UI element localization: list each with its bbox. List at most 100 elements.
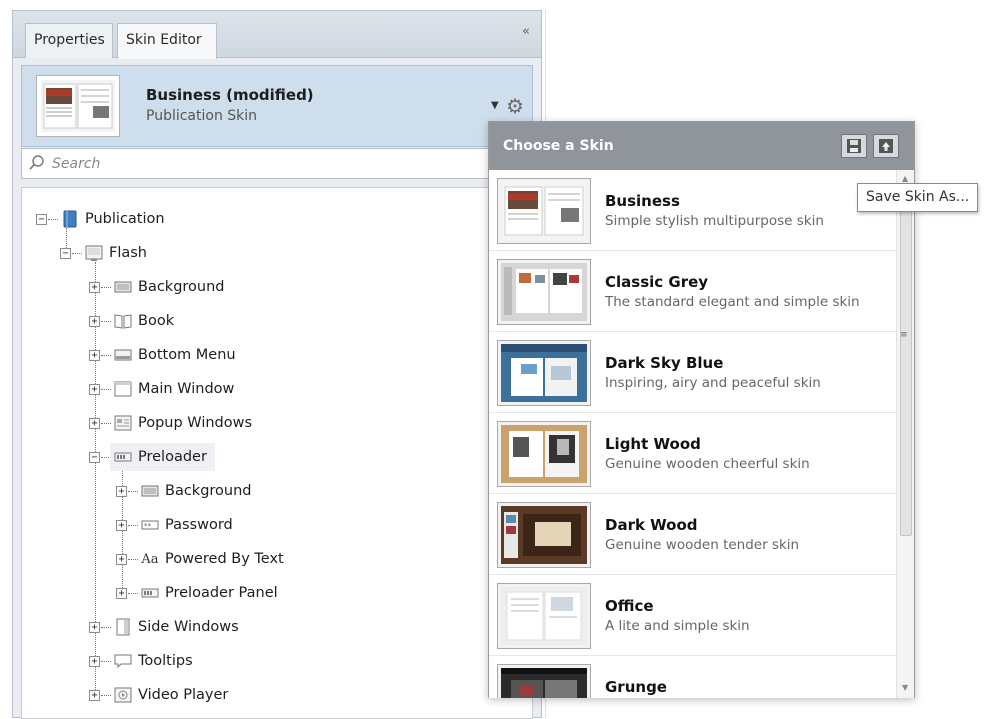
save-skin-as-button[interactable] bbox=[841, 134, 867, 158]
tree-node-label: Side Windows bbox=[138, 619, 239, 635]
skin-item-business[interactable]: Business Simple stylish multipurpose ski… bbox=[489, 170, 896, 251]
expand-toggle[interactable]: + bbox=[89, 689, 100, 701]
tree-node-powered-by-text[interactable]: + Aa Powered By Text bbox=[116, 547, 284, 571]
tree-node-label: Publication bbox=[85, 211, 165, 227]
tree-node-label: Flash bbox=[109, 245, 147, 261]
left-panel: Properties Skin Editor « Business (modif… bbox=[12, 10, 542, 719]
popup-windows-icon bbox=[114, 415, 132, 431]
tree-node-book[interactable]: + Book bbox=[89, 309, 174, 333]
collapse-panel-icon[interactable]: « bbox=[522, 24, 530, 39]
import-skin-button[interactable] bbox=[873, 134, 899, 158]
tree-node-publication[interactable]: − Publication bbox=[36, 207, 165, 231]
skin-thumbnail bbox=[497, 583, 591, 649]
tree-node-label: Popup Windows bbox=[138, 415, 253, 431]
popup-header: Choose a Skin bbox=[489, 122, 914, 170]
current-skin-name: Business (modified) bbox=[146, 86, 314, 104]
scroll-down-icon[interactable]: ▼ bbox=[902, 683, 908, 692]
expand-toggle[interactable]: + bbox=[89, 349, 100, 361]
skin-item-office[interactable]: Office A lite and simple skin bbox=[489, 575, 896, 656]
search-box bbox=[21, 148, 533, 179]
background-icon bbox=[114, 279, 132, 295]
expand-toggle[interactable]: + bbox=[89, 281, 100, 293]
tree-node-popup-windows[interactable]: + Popup Windows bbox=[89, 411, 252, 435]
tree-node-video-player[interactable]: + Video Player bbox=[89, 683, 228, 707]
skin-thumbnail bbox=[497, 178, 591, 244]
skin-item-light-wood[interactable]: Light Wood Genuine wooden cheerful skin bbox=[489, 413, 896, 494]
skin-description: The standard elegant and simple skin bbox=[605, 294, 860, 310]
expand-toggle[interactable]: + bbox=[116, 553, 127, 565]
dropdown-arrow-icon: ▼ bbox=[491, 100, 499, 111]
skin-name: Grunge bbox=[605, 678, 667, 696]
text-icon: Aa bbox=[141, 551, 159, 567]
collapse-toggle[interactable]: − bbox=[89, 451, 100, 463]
skin-item-grunge[interactable]: Grunge bbox=[489, 656, 896, 698]
tree-node-preloader-background[interactable]: + Background bbox=[116, 479, 252, 503]
skin-item-dark-wood[interactable]: Dark Wood Genuine wooden tender skin bbox=[489, 494, 896, 575]
flash-icon bbox=[85, 245, 103, 261]
current-skin-header: Business (modified) Publication Skin ▼ ⚙ bbox=[21, 65, 533, 147]
skin-description: Genuine wooden tender skin bbox=[605, 537, 800, 553]
save-skin-as-tooltip: Save Skin As... bbox=[857, 183, 979, 212]
gear-icon: ⚙ bbox=[506, 94, 524, 118]
tree-node-flash[interactable]: − Flash bbox=[60, 241, 147, 265]
book-icon bbox=[114, 313, 132, 329]
scroll-grip-icon: ≡ bbox=[900, 330, 908, 340]
expand-toggle[interactable]: + bbox=[116, 587, 127, 599]
tree-node-background[interactable]: + Background bbox=[89, 275, 225, 299]
tree-node-label: Bottom Menu bbox=[138, 347, 236, 363]
tree-node-tooltips[interactable]: + Tooltips bbox=[89, 649, 193, 673]
tree-node-main-window[interactable]: + Main Window bbox=[89, 377, 234, 401]
side-windows-icon bbox=[114, 618, 132, 636]
skin-description: A lite and simple skin bbox=[605, 618, 750, 634]
search-input[interactable] bbox=[50, 153, 510, 175]
skin-description: Inspiring, airy and peaceful skin bbox=[605, 375, 821, 391]
tree-node-password[interactable]: + ** Password bbox=[116, 513, 233, 537]
tab-properties[interactable]: Properties bbox=[25, 23, 113, 58]
choose-skin-popup: Choose a Skin Business Simple stylish mu… bbox=[488, 121, 915, 698]
preloader-icon bbox=[114, 449, 132, 465]
skin-name: Office bbox=[605, 597, 654, 615]
collapse-toggle[interactable]: − bbox=[36, 213, 47, 225]
expand-toggle[interactable]: + bbox=[89, 417, 100, 429]
tree-node-label: Book bbox=[138, 313, 175, 329]
current-skin-type: Publication Skin bbox=[146, 108, 258, 124]
skin-name: Dark Wood bbox=[605, 516, 698, 534]
skin-tree: − Publication − Flash + Background + Boo… bbox=[21, 187, 533, 719]
skin-item-dark-sky-blue[interactable]: Dark Sky Blue Inspiring, airy and peacef… bbox=[489, 332, 896, 413]
skin-name: Dark Sky Blue bbox=[605, 354, 724, 372]
skin-name: Light Wood bbox=[605, 435, 701, 453]
tree-node-label: Password bbox=[165, 517, 233, 533]
collapse-toggle[interactable]: − bbox=[60, 247, 71, 259]
tree-node-label: Preloader bbox=[138, 449, 207, 465]
tree-node-label: Video Player bbox=[138, 687, 229, 703]
video-player-icon bbox=[114, 687, 132, 703]
scroll-up-icon[interactable]: ▲ bbox=[902, 174, 908, 183]
tooltip-icon bbox=[114, 653, 132, 669]
tree-node-side-windows[interactable]: + Side Windows bbox=[89, 615, 239, 639]
expand-toggle[interactable]: + bbox=[89, 655, 100, 667]
tree-node-bottom-menu[interactable]: + Bottom Menu bbox=[89, 343, 236, 367]
tree-node-preloader[interactable]: − Preloader bbox=[89, 443, 215, 471]
skin-thumbnail bbox=[497, 664, 591, 698]
expand-toggle[interactable]: + bbox=[89, 621, 100, 633]
tree-node-label: Background bbox=[165, 483, 252, 499]
skin-name: Business bbox=[605, 192, 680, 210]
tab-skin-editor[interactable]: Skin Editor bbox=[117, 23, 217, 59]
expand-toggle[interactable]: + bbox=[116, 485, 127, 497]
bottom-menu-icon bbox=[114, 347, 132, 363]
skin-item-classic-grey[interactable]: Classic Grey The standard elegant and si… bbox=[489, 251, 896, 332]
password-icon: ** bbox=[141, 517, 159, 533]
tree-node-label: Preloader Panel bbox=[165, 585, 278, 601]
expand-toggle[interactable]: + bbox=[89, 315, 100, 327]
skin-list-scrollbar[interactable]: ▲ ≡ ▼ bbox=[896, 170, 914, 698]
scrollbar-thumb[interactable] bbox=[900, 200, 912, 536]
expand-toggle[interactable]: + bbox=[89, 383, 100, 395]
tree-node-label: Background bbox=[138, 279, 225, 295]
skin-name: Classic Grey bbox=[605, 273, 709, 291]
upload-icon bbox=[879, 139, 893, 153]
skin-thumbnail bbox=[497, 421, 591, 487]
tree-node-preloader-panel[interactable]: + Preloader Panel bbox=[116, 581, 278, 605]
expand-toggle[interactable]: + bbox=[116, 519, 127, 531]
skin-options-button[interactable]: ▼ ⚙ bbox=[491, 94, 524, 118]
skin-thumbnail bbox=[497, 502, 591, 568]
